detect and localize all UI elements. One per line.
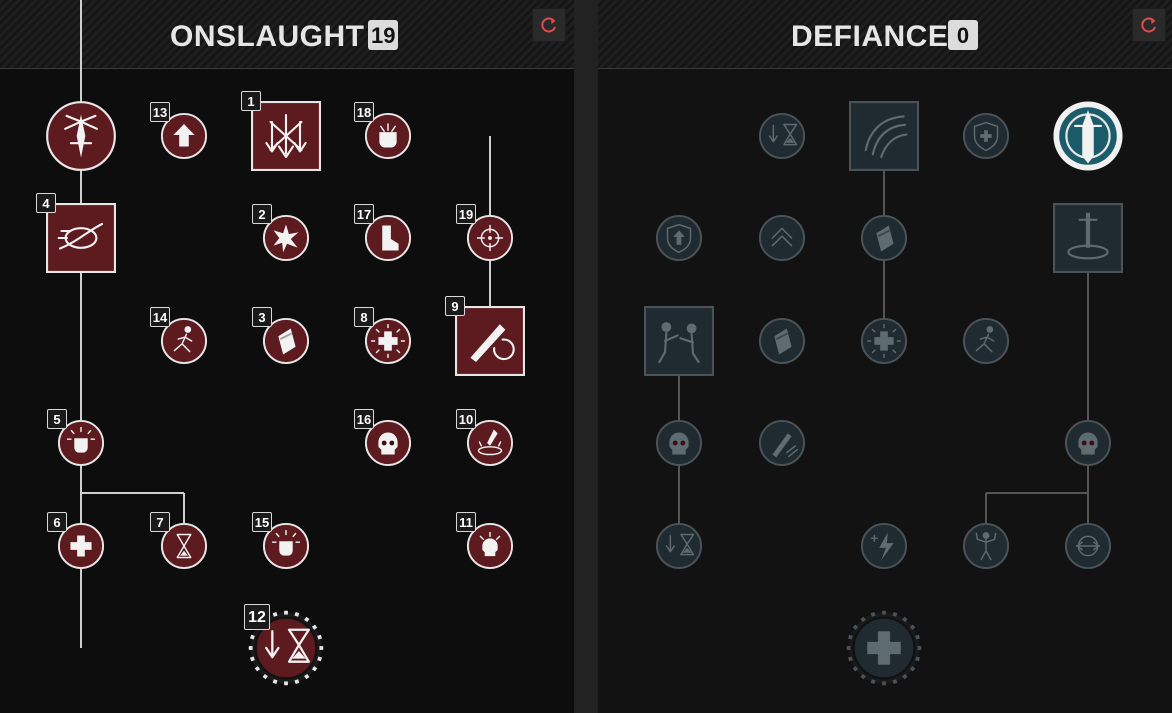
- claw-icon: [849, 101, 919, 171]
- skill-node-cycle-icon[interactable]: [1064, 522, 1112, 570]
- skill-node-shield-cross-icon[interactable]: [962, 112, 1010, 160]
- sword-shield-icon: [1053, 101, 1123, 171]
- skill-order-badge: 10: [456, 409, 476, 429]
- skill-order-badge: 4: [36, 193, 56, 213]
- skill-node-runner-icon[interactable]: [962, 317, 1010, 365]
- skill-order-badge: 9: [445, 296, 465, 316]
- skill-order-badge: 18: [354, 102, 374, 122]
- skill-node-brawl-icon[interactable]: [644, 306, 714, 376]
- sword-fist-icon: [455, 306, 525, 376]
- skill-node-cross-icon[interactable]: [846, 610, 922, 686]
- skill-order-badge: 16: [354, 409, 374, 429]
- defiance-tree: DEFIANCE 0: [598, 0, 1172, 713]
- hourglass-down-icon: [655, 522, 703, 570]
- skill-node-splash-icon[interactable]: 10: [456, 409, 514, 467]
- shard-icon: [758, 317, 806, 365]
- skill-node-hourglass-down-icon[interactable]: [758, 112, 806, 160]
- skill-order-badge: 11: [456, 512, 476, 532]
- bolt-plus-icon: [860, 522, 908, 570]
- skill-order-badge: 15: [252, 512, 272, 532]
- panel-divider: [574, 0, 598, 713]
- skill-node-shard-icon[interactable]: 3: [252, 307, 310, 365]
- skill-node-sword-shield-icon[interactable]: [1052, 100, 1124, 172]
- shard-icon: [860, 214, 908, 262]
- skill-node-runner-icon[interactable]: 14: [150, 307, 208, 365]
- skill-node-claw-icon[interactable]: [849, 101, 919, 171]
- skull-icon: [1064, 419, 1112, 467]
- skill-node-swoosh-icon[interactable]: 4: [36, 193, 116, 273]
- skill-node-cross-burst-icon[interactable]: [860, 317, 908, 365]
- arrows-down-icon: [251, 101, 321, 171]
- skill-node-hourglass-down-icon[interactable]: [655, 522, 703, 570]
- skill-node-shield-up-icon[interactable]: [655, 214, 703, 262]
- skill-node-fist-burst-icon[interactable]: 15: [252, 512, 310, 570]
- skill-order-badge: 13: [150, 102, 170, 122]
- skill-node-arrow-up-icon[interactable]: 13: [150, 102, 208, 160]
- runner-icon: [962, 317, 1010, 365]
- sword-ground-icon: [1053, 203, 1123, 273]
- skill-order-badge: 8: [354, 307, 374, 327]
- skill-node-skull-icon[interactable]: [655, 419, 703, 467]
- skill-node-flex-icon[interactable]: [962, 522, 1010, 570]
- skill-order-badge: 3: [252, 307, 272, 327]
- skill-node-hourglass-down-icon[interactable]: 12: [244, 604, 324, 686]
- flex-icon: [962, 522, 1010, 570]
- shield-up-icon: [655, 214, 703, 262]
- skill-node-cross-icon[interactable]: 6: [47, 512, 105, 570]
- skill-node-shard-icon[interactable]: [860, 214, 908, 262]
- skill-order-badge: 6: [47, 512, 67, 532]
- sword-slash-icon: [758, 419, 806, 467]
- skill-node-sword-star-icon[interactable]: [45, 100, 117, 172]
- skill-order-badge: 7: [150, 512, 170, 532]
- skill-order-badge: 19: [456, 204, 476, 224]
- skill-order-badge: 12: [244, 604, 270, 630]
- cross-icon: [846, 610, 922, 686]
- cycle-icon: [1064, 522, 1112, 570]
- skill-node-sword-ground-icon[interactable]: [1053, 203, 1123, 273]
- skill-node-skull-burst-icon[interactable]: 11: [456, 512, 514, 570]
- skill-order-badge: 2: [252, 204, 272, 224]
- swoosh-icon: [46, 203, 116, 273]
- skill-node-skull-icon[interactable]: 16: [354, 409, 412, 467]
- cross-burst-icon: [860, 317, 908, 365]
- hourglass-down-icon: [758, 112, 806, 160]
- skill-node-fist-burst-icon[interactable]: 5: [47, 409, 105, 467]
- skill-node-shard-icon[interactable]: [758, 317, 806, 365]
- skill-order-badge: 1: [241, 91, 261, 111]
- skill-order-badge: 5: [47, 409, 67, 429]
- sword-star-icon: [46, 101, 116, 171]
- skill-node-arrows-down-icon[interactable]: 1: [241, 91, 321, 171]
- skill-order-badge: 17: [354, 204, 374, 224]
- brawl-icon: [644, 306, 714, 376]
- skill-node-crosshair-icon[interactable]: 19: [456, 204, 514, 262]
- skill-node-cross-burst-icon[interactable]: 8: [354, 307, 412, 365]
- skill-node-sword-fist-icon[interactable]: 9: [445, 296, 525, 376]
- skill-node-chevrons-up-icon[interactable]: [758, 214, 806, 262]
- skill-node-sword-slash-icon[interactable]: [758, 419, 806, 467]
- shield-cross-icon: [962, 112, 1010, 160]
- skull-icon: [655, 419, 703, 467]
- skill-node-boot-icon[interactable]: 17: [354, 204, 412, 262]
- skill-node-skull-icon[interactable]: [1064, 419, 1112, 467]
- skill-node-bolt-plus-icon[interactable]: [860, 522, 908, 570]
- skill-node-fist-icon[interactable]: 18: [354, 102, 412, 160]
- onslaught-tree: ONSLAUGHT 19 13 1 18 4 2 17 19 14 3 8 9 5 16 10 6 7 15 11…: [0, 0, 574, 713]
- skill-order-badge: 14: [150, 307, 170, 327]
- skill-node-burst-icon[interactable]: 2: [252, 204, 310, 262]
- skill-node-hourglass-swirl-icon[interactable]: 7: [150, 512, 208, 570]
- chevrons-up-icon: [758, 214, 806, 262]
